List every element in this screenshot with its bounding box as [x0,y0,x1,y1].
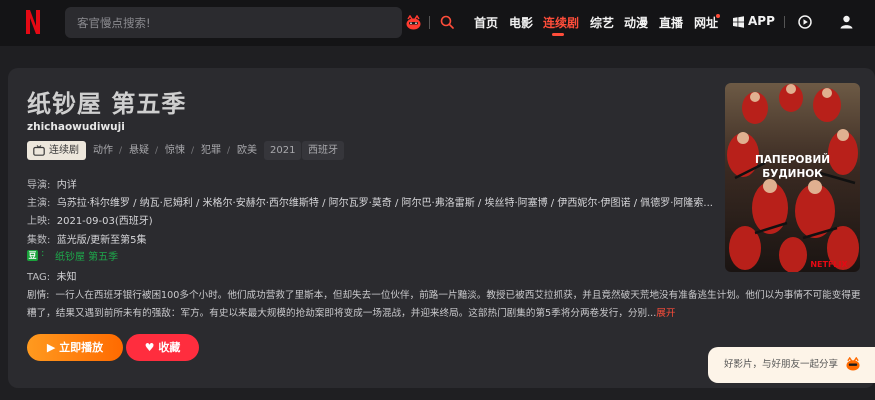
plot-text: 一行人在西班牙银行被困100多个小时。他们成功营救了里斯本，但却失去一位伙伴，前… [27,290,861,319]
title-pinyin: zhichaowudiwuji [27,121,125,133]
expand-link[interactable]: 展开 [656,308,675,319]
netflix-logo-icon[interactable] [25,9,41,35]
episodes-label: 集数: [27,235,51,246]
genre-separator: / [119,146,123,156]
tag-value: 未知 [56,272,77,283]
category-tag-label: 连续剧 [49,145,79,156]
genre-tag[interactable]: 动作 [87,141,119,160]
nav-variety[interactable]: 综艺 [590,14,614,31]
genre-separator: / [191,146,195,156]
episodes-value: 蓝光版/更新至第5集 [56,235,147,246]
plot-description: 剧情: 一行人在西班牙银行被困100多个小时。他们成功营救了里斯本，但却失去一位… [27,287,867,323]
genre-tag[interactable]: 犯罪 [195,141,227,160]
heart-icon: ♥ [144,341,155,354]
nav-sites[interactable]: 网址 [694,14,718,31]
tag-row: TAG: 未知 [27,268,76,283]
search-divider [429,16,430,29]
nav-movies[interactable]: 电影 [509,14,533,31]
nav-active-indicator [552,33,564,36]
genre-separator: / [227,146,231,156]
share-text: 好影片，与好朋友一起分享 [724,359,839,370]
genre-tag[interactable]: 惊悚 [159,141,191,160]
play-icon: ▶ [46,341,56,354]
genre-separator: / [155,146,159,156]
nav-app[interactable]: APP [748,14,775,28]
play-button[interactable]: ▶ 立即播放 [27,334,123,361]
mascot-icon[interactable] [405,15,422,30]
user-icon[interactable] [840,15,853,29]
hot-badge [716,14,720,18]
director-value[interactable]: 内详 [57,180,77,191]
nav-anime[interactable]: 动漫 [624,14,648,31]
poster-title-line2: БУДИНОК [762,168,823,180]
nav-series[interactable]: 连续剧 [543,14,579,31]
language-tag[interactable]: 西班牙 [302,141,344,160]
release-label: 上映: [27,216,51,227]
director-row: 导演: 内详 [27,176,77,191]
play-button-label: 立即播放 [59,341,104,354]
search-icon[interactable] [440,15,454,29]
poster-illustration: ПАПЕРОВИЙ БУДИНОК NETFLIX [725,83,860,272]
poster-title-line1: ПАПЕРОВИЙ [755,153,830,166]
top-navbar: 首页 电影 连续剧 综艺 动漫 直播 网址 APP [0,0,875,46]
douban-link[interactable]: 纸钞屋 第五季 [55,248,118,263]
plot-label: 剧情: [27,290,50,301]
poster-brand: NETFLIX [810,260,848,269]
nav-live[interactable]: 直播 [659,14,683,31]
release-value: 2021-09-03(西班牙) [56,216,153,227]
genre-tag[interactable]: 悬疑 [123,141,155,160]
play-history-icon[interactable] [798,15,812,29]
nav-separator [784,16,785,28]
year-tag[interactable]: 2021 [264,141,302,160]
mascot-share-icon[interactable] [845,357,861,371]
favorite-button[interactable]: ♥ 收藏 [126,334,199,361]
episodes-row: 集数: 蓝光版/更新至第5集 [27,231,146,246]
search-bar [65,7,454,38]
cast-row: 主演: 乌苏拉·科尔维罗 / 纳瓦·尼姆利 / 米格尔·安赫尔·西尔维斯特 / … [27,194,713,209]
tv-icon [33,145,45,156]
page-title: 纸钞屋 第五季 [27,90,187,118]
tag-label: TAG: [27,272,51,283]
favorite-button-label: 收藏 [158,341,181,354]
cast-value[interactable]: 乌苏拉·科尔维罗 / 纳瓦·尼姆利 / 米格尔·安赫尔·西尔维斯特 / 阿尔瓦罗… [57,198,713,209]
region-tag[interactable]: 欧美 [231,141,263,160]
cast-label: 主演: [27,198,51,209]
search-input[interactable] [77,7,327,38]
release-row: 上映: 2021-09-03(西班牙) [27,212,153,227]
category-tag[interactable]: 连续剧 [27,141,86,160]
nav-home[interactable]: 首页 [474,14,498,31]
douban-colon: : [41,248,45,259]
windows-icon [733,16,744,28]
poster-image[interactable]: ПАПЕРОВИЙ БУДИНОК NETFLIX [725,83,860,272]
director-label: 导演: [27,180,51,191]
douban-icon: 豆 [27,250,38,261]
